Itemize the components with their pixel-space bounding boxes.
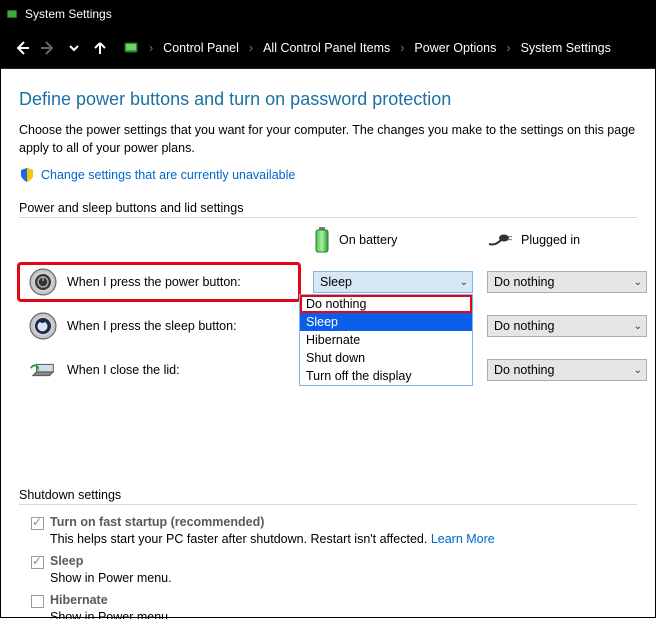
section-shutdown-label: Shutdown settings [19, 488, 637, 505]
lid-icon [29, 356, 57, 384]
back-button[interactable] [11, 37, 33, 59]
admin-link-row: Change settings that are currently unava… [19, 167, 637, 183]
checkbox-hibernate[interactable]: Hibernate [31, 593, 637, 608]
checkbox-fast-startup[interactable]: Turn on fast startup (recommended) [31, 515, 637, 530]
dropdown-option[interactable]: Do nothing [300, 295, 472, 313]
checkbox-icon[interactable] [31, 595, 44, 608]
nav-bar: › Control Panel › All Control Panel Item… [1, 27, 655, 69]
checkbox-icon[interactable] [31, 517, 44, 530]
breadcrumb-item[interactable]: System Settings [513, 34, 619, 62]
fast-startup-desc: This helps start your PC faster after sh… [50, 532, 637, 546]
chevron-down-icon: ⌄ [460, 277, 468, 288]
shield-icon [19, 167, 35, 183]
power-button-battery-combo[interactable]: Sleep ⌄ [313, 271, 473, 293]
row-sleep-button-label: When I press the sleep button: [19, 308, 299, 344]
row-power-button-label: When I press the power button: [19, 264, 299, 300]
power-button-icon [29, 268, 57, 296]
up-button[interactable] [89, 37, 111, 59]
plug-icon [487, 232, 513, 248]
chevron-down-icon: ⌄ [634, 277, 642, 288]
checkbox-sleep[interactable]: Sleep [31, 554, 637, 569]
power-button-battery-dropdown[interactable]: Do nothing Sleep Hibernate Shut down Tur… [299, 294, 473, 386]
breadcrumb-item[interactable]: All Control Panel Items [255, 34, 398, 62]
dropdown-option[interactable]: Hibernate [300, 331, 472, 349]
section-power-label: Power and sleep buttons and lid settings [19, 201, 637, 218]
checkbox-icon[interactable] [31, 556, 44, 569]
breadcrumb-item[interactable]: Control Panel [155, 34, 247, 62]
sleep-button-plugged-combo[interactable]: Do nothing ⌄ [487, 315, 647, 337]
window-title: System Settings [25, 7, 112, 21]
col-header-battery: On battery [313, 224, 473, 256]
dropdown-option[interactable]: Sleep [300, 313, 472, 331]
breadcrumb-bar[interactable]: › Control Panel › All Control Panel Item… [119, 34, 645, 62]
row-lid-label: When I close the lid: [19, 352, 299, 388]
dropdown-option[interactable]: Shut down [300, 349, 472, 367]
chevron-down-icon: ⌄ [634, 321, 642, 332]
chevron-right-icon[interactable]: › [504, 41, 512, 55]
lid-plugged-combo[interactable]: Do nothing ⌄ [487, 359, 647, 381]
chevron-right-icon[interactable]: › [247, 41, 255, 55]
intro-text: Choose the power settings that you want … [19, 122, 637, 157]
col-header-plugged: Plugged in [487, 224, 647, 256]
title-bar: System Settings [1, 1, 655, 27]
settings-grid: On battery Plugged in [19, 224, 637, 388]
change-unavailable-link[interactable]: Change settings that are currently unava… [41, 168, 295, 182]
content-area: Define power buttons and turn on passwor… [1, 69, 655, 619]
chevron-right-icon[interactable]: › [147, 41, 155, 55]
forward-button[interactable] [37, 37, 59, 59]
control-panel-icon [123, 39, 141, 57]
app-icon [5, 7, 19, 21]
dropdown-option[interactable]: Turn off the display [300, 367, 472, 385]
sleep-desc: Show in Power menu. [50, 571, 637, 585]
page-header: Define power buttons and turn on passwor… [19, 89, 637, 110]
sleep-button-icon [29, 312, 57, 340]
breadcrumb-item[interactable]: Power Options [406, 34, 504, 62]
battery-icon [313, 227, 331, 253]
chevron-down-icon: ⌄ [634, 365, 642, 376]
learn-more-link[interactable]: Learn More [431, 532, 495, 546]
recent-dropdown-button[interactable] [63, 37, 85, 59]
power-button-plugged-combo[interactable]: Do nothing ⌄ [487, 271, 647, 293]
shutdown-section: Shutdown settings Turn on fast startup (… [19, 488, 637, 619]
chevron-right-icon[interactable]: › [398, 41, 406, 55]
